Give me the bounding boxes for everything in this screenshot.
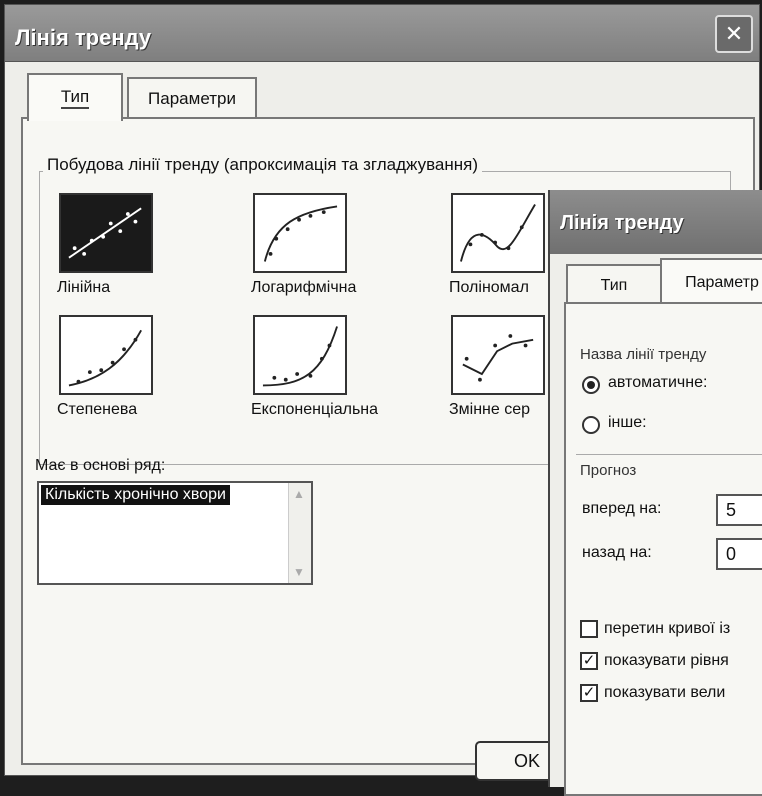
trend-name-group-title: Назва лінії тренду bbox=[580, 346, 707, 363]
moving-average-option[interactable] bbox=[451, 315, 545, 395]
scroll-up-icon[interactable]: ▲ bbox=[293, 487, 305, 501]
moving-average-label: Змінне сер bbox=[449, 401, 531, 418]
tab-panel-parameters: Назва лінії тренду автоматичне: інше: Пр… bbox=[564, 302, 762, 796]
power-trend-option[interactable] bbox=[59, 315, 153, 395]
intercept-label: перетин кривої із bbox=[604, 620, 731, 637]
exponential-trend-icon bbox=[262, 326, 338, 387]
series-label: Має в основі ряд: bbox=[35, 457, 166, 474]
polynomial-trend-label: Поліномал bbox=[449, 279, 529, 296]
radio-automatic[interactable] bbox=[582, 376, 600, 394]
radio-other[interactable] bbox=[582, 416, 600, 434]
linear-trend-option[interactable] bbox=[59, 193, 153, 273]
series-item[interactable]: Кількість хронічно хвори bbox=[41, 485, 230, 505]
trendline-dialog-parameters: Лінія тренду Тип Параметр Назва лінії тр… bbox=[548, 190, 762, 796]
power-trend-label: Степенева bbox=[57, 401, 138, 418]
moving-average-icon bbox=[462, 334, 534, 382]
backward-label: назад на: bbox=[582, 544, 652, 561]
title-bar-2: Лінія тренду bbox=[550, 190, 762, 254]
forward-input[interactable]: 5 bbox=[716, 494, 762, 526]
show-rsquared-checkbox[interactable]: ✓ bbox=[580, 684, 598, 702]
show-rsquared-label: показувати вели bbox=[604, 684, 726, 701]
tab2-parameters-label: Параметр bbox=[685, 274, 759, 291]
tab2-parameters[interactable]: Параметр bbox=[660, 258, 762, 306]
tab2-type-label: Тип bbox=[600, 277, 628, 294]
power-trend-icon bbox=[68, 329, 142, 387]
polynomial-trend-icon bbox=[460, 204, 536, 262]
close-icon: ✕ bbox=[724, 21, 744, 46]
title-bar: Лінія тренду ✕ bbox=[5, 5, 759, 62]
ok-button-label: OK bbox=[513, 750, 540, 771]
exponential-trend-label: Експоненціальна bbox=[251, 401, 379, 418]
show-equation-label: показувати рівня bbox=[604, 652, 729, 669]
exponential-trend-option[interactable] bbox=[253, 315, 347, 395]
polynomial-trend-option[interactable] bbox=[451, 193, 545, 273]
series-listbox[interactable]: Кількість хронічно хвори ▲ ▼ bbox=[37, 481, 313, 585]
close-button[interactable]: ✕ bbox=[715, 15, 753, 53]
backward-input[interactable]: 0 bbox=[716, 538, 762, 570]
tab-type[interactable]: Тип bbox=[27, 73, 123, 121]
tab2-type[interactable]: Тип bbox=[566, 264, 662, 306]
linear-trend-label: Лінійна bbox=[57, 279, 111, 296]
forward-label: вперед на: bbox=[582, 500, 662, 517]
logarithmic-trend-icon bbox=[263, 205, 338, 262]
dialog-title: Лінія тренду bbox=[15, 25, 152, 50]
radio-automatic-label: автоматичне: bbox=[608, 374, 708, 391]
radio-other-label: інше: bbox=[608, 414, 647, 431]
linear-trend-icon bbox=[68, 207, 142, 259]
trend-type-group-title: Побудова лінії тренду (апроксимація та з… bbox=[43, 155, 483, 175]
logarithmic-trend-label: Логарифмічна bbox=[251, 279, 357, 296]
intercept-checkbox[interactable] bbox=[580, 620, 598, 638]
tab-type-label: Тип bbox=[60, 87, 90, 109]
logarithmic-trend-option[interactable] bbox=[253, 193, 347, 273]
group-divider bbox=[576, 454, 762, 455]
series-scrollbar[interactable]: ▲ ▼ bbox=[288, 483, 311, 583]
scroll-down-icon[interactable]: ▼ bbox=[293, 565, 305, 579]
show-equation-checkbox[interactable]: ✓ bbox=[580, 652, 598, 670]
tab-parameters[interactable]: Параметри bbox=[127, 77, 257, 119]
forecast-group-title: Прогноз bbox=[580, 462, 637, 479]
tab-parameters-label: Параметри bbox=[148, 89, 236, 108]
dialog2-title: Лінія тренду bbox=[560, 212, 684, 234]
